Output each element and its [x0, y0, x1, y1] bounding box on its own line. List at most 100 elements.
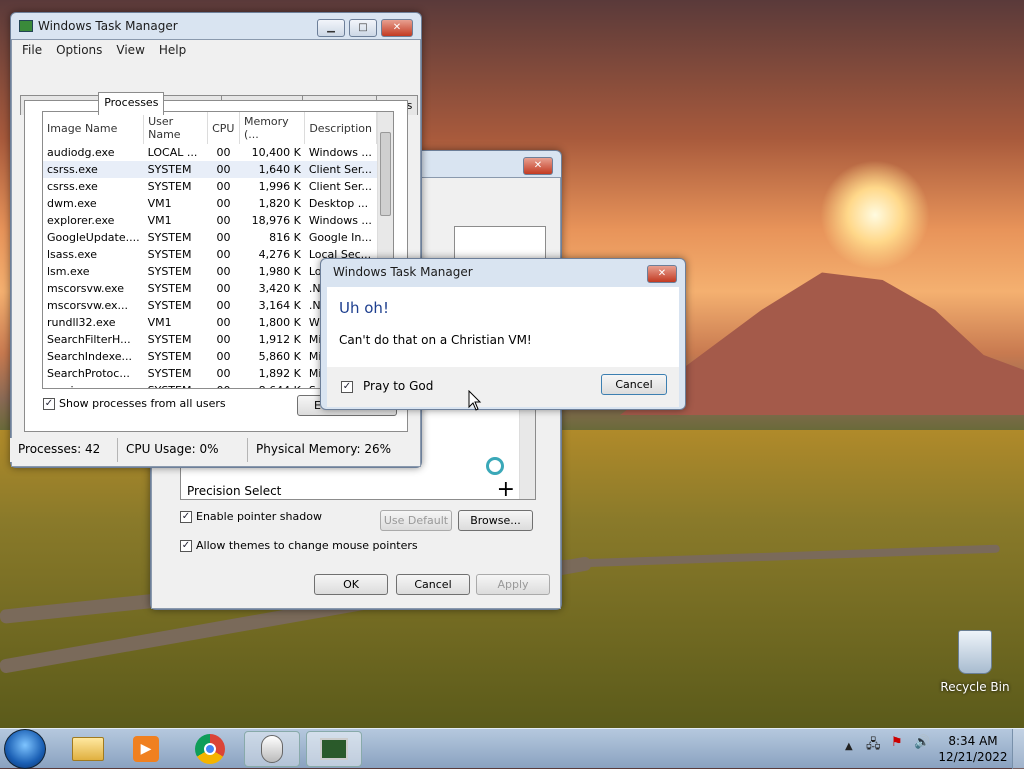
allow-themes-checkbox[interactable]: ✓ Allow themes to change mouse pointers — [180, 539, 418, 552]
task-manager-statusbar: Processes: 42 CPU Usage: 0% Physical Mem… — [10, 438, 410, 462]
recycle-bin-label: Recycle Bin — [940, 680, 1010, 694]
process-desc-cell: Windows ... — [308, 146, 372, 159]
crosshair-pointer-icon: + — [496, 477, 515, 502]
process-cpu-cell: 00 — [216, 146, 231, 159]
window-title: Windows Task Manager — [38, 19, 178, 33]
menu-item-file[interactable]: File — [22, 43, 42, 57]
show-all-processes-checkbox[interactable]: ✓ Show processes from all users — [43, 397, 226, 410]
recycle-bin-shortcut[interactable]: Recycle Bin — [940, 630, 1010, 694]
dialog-titlebar[interactable]: Windows Task Manager — [321, 259, 685, 285]
show-desktop-button[interactable] — [1012, 729, 1024, 769]
explorer-taskbar-button[interactable] — [60, 731, 116, 767]
checkbox-check: ✓ — [180, 540, 192, 552]
dialog-heading: Uh oh! — [339, 299, 389, 317]
dialog-cancel-button[interactable]: Cancel — [601, 374, 667, 395]
menu-item-help[interactable]: Help — [159, 43, 186, 57]
process-user-cell: VM1 — [147, 214, 172, 227]
status-processes: Processes: 42 — [10, 438, 118, 462]
process-row[interactable]: GoogleUpdate.... SYSTEM 00 816 K Google In..… — [43, 229, 377, 246]
process-name-cell: csrss.exe — [47, 180, 98, 193]
show-hidden-icons-button[interactable]: ▲ — [845, 741, 853, 752]
column-header[interactable]: Description — [304, 112, 377, 144]
column-header[interactable]: CPU — [207, 112, 240, 144]
process-row[interactable]: explorer.exe VM1 00 18,976 K Windows ... — [43, 212, 377, 229]
process-user-cell: SYSTEM — [147, 180, 192, 193]
scrollbar-thumb[interactable] — [380, 132, 391, 216]
process-name-cell: audiodg.exe — [47, 146, 115, 159]
column-header[interactable]: Memory (... — [239, 112, 306, 144]
minimize-button[interactable]: ▁ — [317, 19, 345, 37]
dialog-body: Uh oh! Can't do that on a Christian VM! — [327, 287, 679, 367]
pointer-row-precision-select[interactable]: Precision Select + — [187, 477, 517, 502]
pointer-row-label: Precision Select — [187, 484, 282, 498]
status-memory: Physical Memory: 26% — [256, 442, 392, 456]
network-icon[interactable]: 🖧 — [866, 735, 881, 757]
clock-date: 12/21/2022 — [938, 750, 1008, 764]
ok-button[interactable]: OK — [314, 574, 388, 595]
process-user-cell: SYSTEM — [147, 265, 192, 278]
pray-to-god-checkbox[interactable]: ✓ Pray to God — [341, 379, 433, 393]
clock[interactable]: 8:34 AM 12/21/2022 — [938, 733, 1008, 765]
cancel-button[interactable]: Cancel — [396, 574, 470, 595]
process-name-cell: mscorsvw.ex... — [47, 299, 129, 312]
process-user-cell: SYSTEM — [147, 299, 192, 312]
process-cpu-cell: 00 — [208, 382, 240, 388]
browse-button[interactable]: Browse... — [458, 510, 533, 531]
mouse-properties-taskbar-button[interactable] — [244, 731, 300, 767]
process-row[interactable]: csrss.exe SYSTEM 00 1,640 K Client Ser... — [43, 161, 377, 178]
tab-processes[interactable]: Processes — [98, 92, 165, 115]
process-user-cell: SYSTEM — [147, 248, 192, 261]
process-name-cell: lsm.exe — [47, 265, 90, 278]
process-user-cell: SYSTEM — [147, 163, 192, 176]
process-row[interactable]: dwm.exe VM1 00 1,820 K Desktop ... — [43, 195, 377, 212]
checkbox-label: Show processes from all users — [59, 397, 226, 410]
process-row[interactable]: csrss.exe SYSTEM 00 1,996 K Client Ser... — [43, 178, 377, 195]
process-user-cell: VM1 — [147, 316, 172, 329]
volume-icon[interactable]: 🔊 — [914, 735, 930, 750]
process-mem-cell: 1,800 K — [258, 316, 301, 329]
chrome-icon — [195, 734, 225, 764]
checkbox-check: ✓ — [341, 380, 353, 393]
close-button[interactable]: ✕ — [381, 19, 413, 37]
dialog-close-button[interactable]: ✕ — [647, 265, 677, 283]
process-mem-cell: 1,820 K — [258, 197, 301, 210]
process-row[interactable]: audiodg.exe LOCAL ... 00 10,400 K Windows ..… — [43, 144, 377, 161]
process-mem-cell: 816 K — [269, 231, 301, 244]
chrome-taskbar-button[interactable] — [182, 731, 238, 767]
column-header[interactable]: Image Name — [43, 112, 145, 144]
process-user-cell: LOCAL ... — [147, 146, 198, 159]
status-cpu: CPU Usage: 0% — [118, 438, 248, 462]
action-center-flag-icon[interactable]: ⚑ — [891, 735, 903, 750]
media-player-taskbar-button[interactable]: ▶ — [118, 731, 174, 767]
process-user-cell: SYSTEM — [147, 231, 192, 244]
menu-item-view[interactable]: View — [116, 43, 144, 57]
process-desc-cell: Client Ser... — [308, 180, 372, 193]
start-button[interactable] — [4, 729, 46, 769]
folder-icon — [72, 737, 104, 761]
checkbox-label: Pray to God — [363, 379, 434, 393]
mouse-properties-close-button[interactable]: ✕ — [523, 157, 553, 175]
process-desc-cell: Windows ... — [308, 214, 372, 227]
enable-pointer-shadow-checkbox[interactable]: ✓ Enable pointer shadow — [180, 510, 322, 523]
process-name-cell: GoogleUpdate.... — [47, 231, 140, 244]
checkbox-label: Allow themes to change mouse pointers — [196, 539, 418, 552]
process-user-cell: VM1 — [147, 197, 172, 210]
process-user-cell: SYSTEM — [144, 382, 208, 388]
media-player-icon: ▶ — [133, 736, 159, 762]
use-default-button[interactable]: Use Default — [380, 510, 452, 531]
task-manager-taskbar-button[interactable] — [306, 731, 362, 767]
checkbox-label: Enable pointer shadow — [196, 510, 322, 523]
column-header[interactable]: User Name — [143, 112, 209, 144]
process-desc-cell: Client Ser... — [308, 163, 372, 176]
mouse-cursor-icon — [468, 390, 482, 411]
process-cpu-cell: 00 — [216, 248, 231, 261]
process-cpu-cell: 00 — [216, 282, 231, 295]
menu-item-options[interactable]: Options — [56, 43, 102, 57]
checkbox-check: ✓ — [180, 511, 192, 523]
apply-button[interactable]: Apply — [476, 574, 550, 595]
process-name-cell: dwm.exe — [47, 197, 97, 210]
process-mem-cell: 4,276 K — [258, 248, 301, 261]
process-mem-cell: 3,420 K — [258, 282, 301, 295]
process-cpu-cell: 00 — [216, 231, 231, 244]
maximize-button[interactable]: □ — [349, 19, 377, 37]
